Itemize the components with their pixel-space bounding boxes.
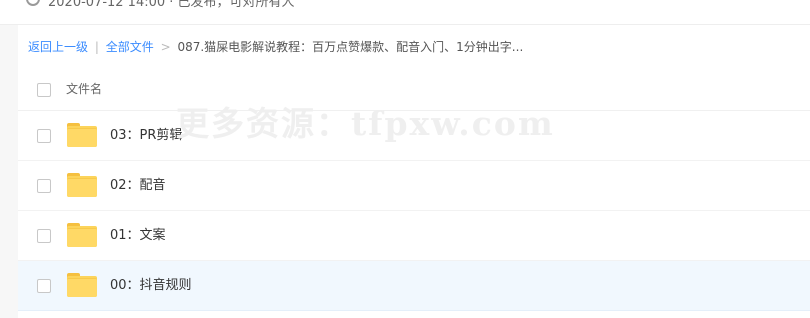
row-checkbox[interactable] (37, 129, 51, 143)
breadcrumb-separator: > (160, 40, 171, 54)
clock-icon (26, 0, 40, 6)
table-row[interactable]: 00：抖音规则 (18, 261, 810, 311)
top-status-strip: 2020-07-12 14:00 · 已发布，可对所有人 (0, 0, 810, 25)
row-checkbox[interactable] (37, 179, 51, 193)
folder-name[interactable]: 03：PR剪辑 (110, 128, 182, 144)
breadcrumb-divider: | (94, 40, 99, 54)
table-row[interactable]: 01：文案 (18, 211, 810, 261)
folder-icon (67, 223, 97, 247)
column-header-filename[interactable]: 文件名 (66, 81, 102, 97)
folder-name[interactable]: 02：配音 (110, 178, 166, 194)
folder-name[interactable]: 01：文案 (110, 228, 166, 244)
folder-icon (67, 173, 97, 197)
current-folder-title: 087.猫屎电影解说教程：百万点赞爆款、配音入门、1分钟出字... (177, 40, 524, 54)
share-status-text: 2020-07-12 14:00 · 已发布，可对所有人 (48, 0, 295, 10)
file-list-panel: 返回上一级 | 全部文件 > 087.猫屎电影解说教程：百万点赞爆款、配音入门、… (18, 25, 810, 318)
folder-icon (67, 123, 97, 147)
folder-name[interactable]: 00：抖音规则 (110, 278, 192, 294)
back-link[interactable]: 返回上一级 (28, 40, 88, 54)
folder-icon (67, 273, 97, 297)
table-row[interactable]: 02：配音 (18, 161, 810, 211)
breadcrumb: 返回上一级 | 全部文件 > 087.猫屎电影解说教程：百万点赞爆款、配音入门、… (28, 39, 523, 55)
watermark-text: 更多资源：tfpxw.com (176, 104, 555, 143)
all-files-link[interactable]: 全部文件 (106, 40, 154, 54)
row-checkbox[interactable] (37, 279, 51, 293)
row-checkbox[interactable] (37, 229, 51, 243)
select-all-checkbox[interactable] (37, 83, 51, 97)
